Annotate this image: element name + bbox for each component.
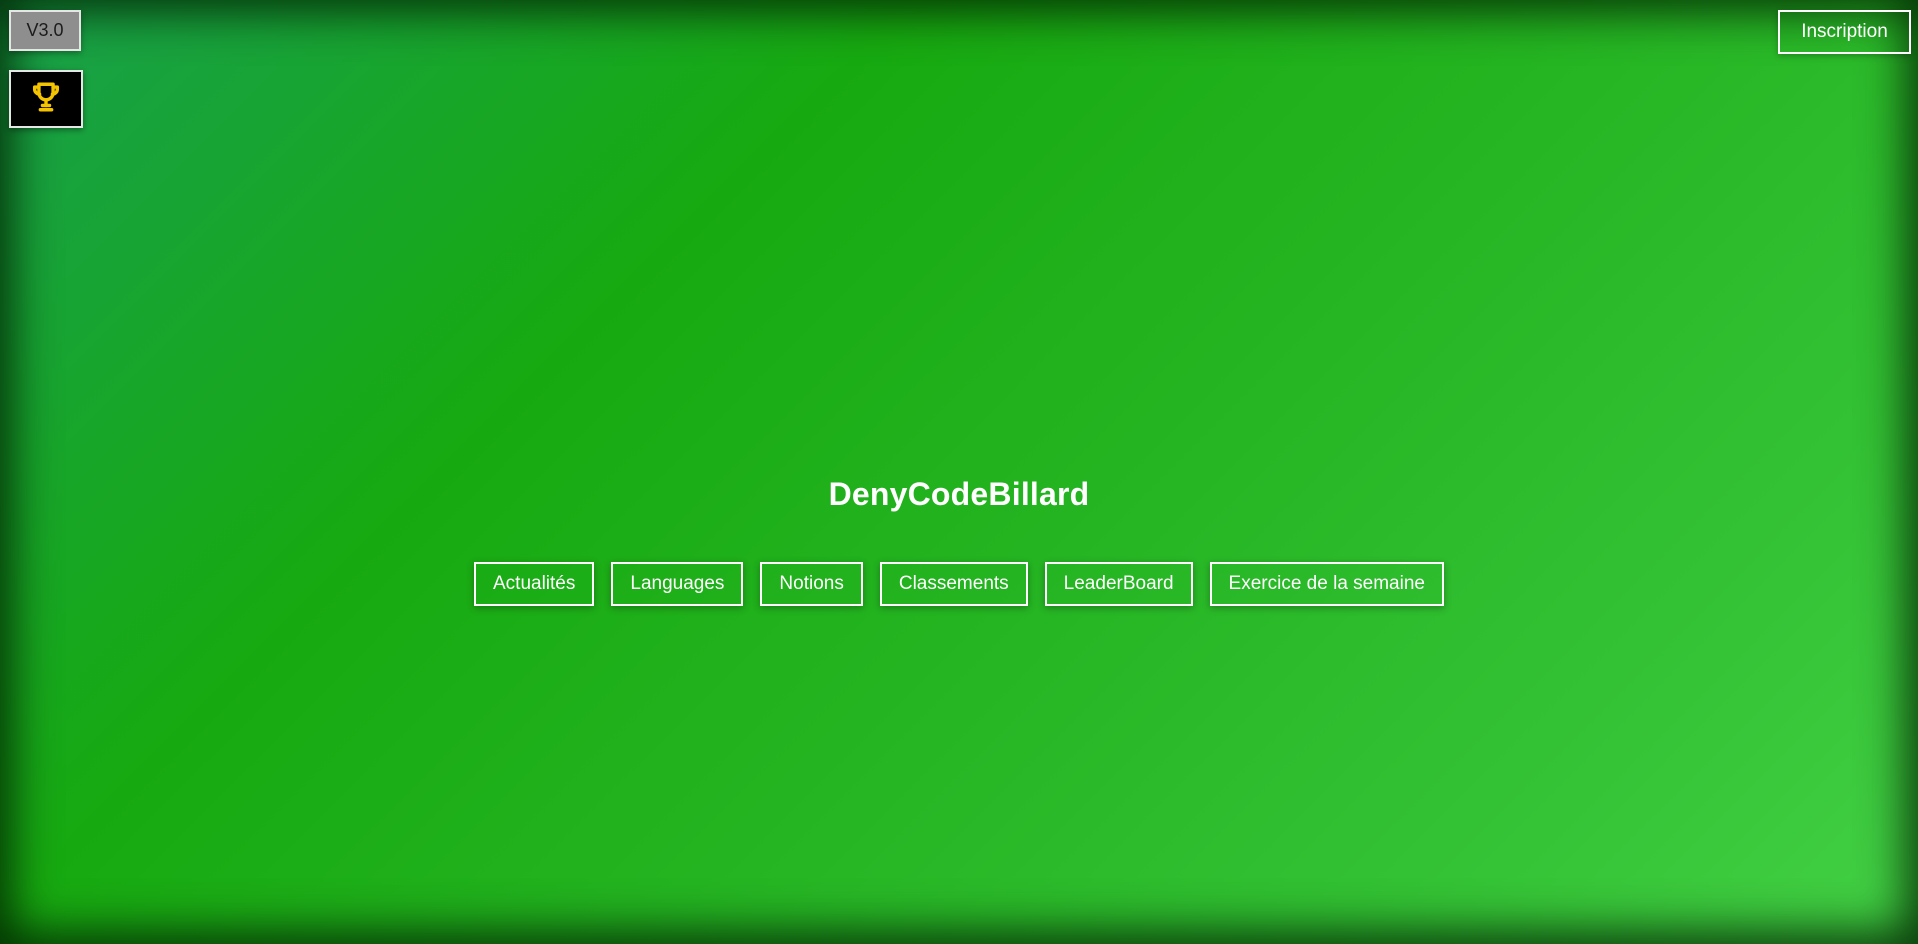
nav-leaderboard-button[interactable]: LeaderBoard <box>1044 562 1193 606</box>
nav-weekly-exercise-label: Exercice de la semaine <box>1228 573 1425 594</box>
trophy-icon <box>29 80 63 119</box>
nav-rankings-label: Classements <box>898 573 1009 594</box>
nav-notions-button[interactable]: Notions <box>760 562 863 606</box>
nav-weekly-exercise-button[interactable]: Exercice de la semaine <box>1209 562 1444 606</box>
nav-leaderboard-label: LeaderBoard <box>1063 573 1174 594</box>
nav-notions-label: Notions <box>779 573 844 594</box>
nav-news-label: Actualités <box>493 573 576 594</box>
background-vignette <box>0 0 1918 944</box>
nav-languages-label: Languages <box>630 573 725 594</box>
nav-languages-button[interactable]: Languages <box>611 562 744 606</box>
version-button[interactable]: V3.0 <box>9 10 81 51</box>
main-nav: Actualités Languages Notions Classements… <box>0 562 1918 606</box>
signup-button[interactable]: Inscription <box>1778 10 1911 54</box>
nav-news-button[interactable]: Actualités <box>474 562 595 606</box>
version-label: V3.0 <box>26 20 64 40</box>
site-title: DenyCodeBillard <box>828 476 1090 512</box>
nav-rankings-button[interactable]: Classements <box>879 562 1028 606</box>
trophy-button[interactable] <box>9 70 83 128</box>
signup-label: Inscription <box>1801 21 1888 42</box>
